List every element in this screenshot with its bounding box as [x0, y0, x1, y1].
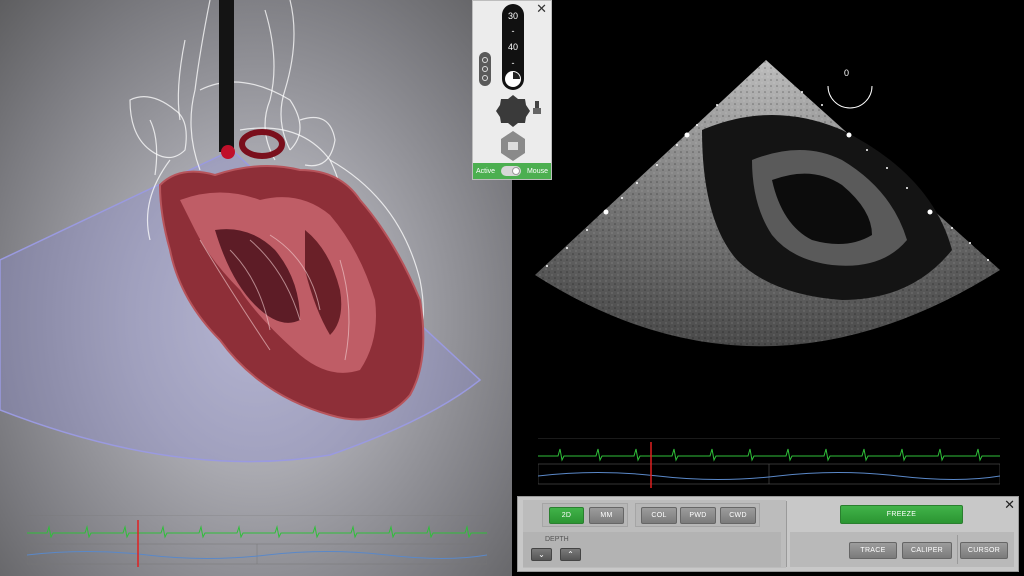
ultrasound-view[interactable]: 0 — [512, 0, 1024, 576]
knob-lock-icon[interactable] — [533, 101, 541, 115]
angle-dash-2: - — [511, 58, 515, 68]
angle-readout: 0 — [844, 68, 850, 78]
probe-control-panel[interactable]: ✕ 30 - 40 - Active Mouse — [472, 0, 552, 180]
ecg-strip-left — [27, 515, 487, 567]
heart-scene — [0, 0, 482, 463]
probe-knob-icon[interactable] — [495, 93, 531, 129]
probe-shaft — [219, 0, 234, 152]
ecg-strip-right — [538, 438, 1000, 488]
ecg-trace-right — [538, 448, 1000, 462]
cursor-button[interactable]: CURSOR — [960, 542, 1008, 559]
depth-up-button[interactable]: ⌃ — [560, 548, 581, 561]
tools-divider — [957, 535, 958, 564]
depth-group: DEPTH ⌄ ⌃ — [523, 532, 781, 567]
echo-control-panel[interactable]: ✕ 2D MM COL PWD CWD DEPTH ⌄ ⌃ FREEZE TRA… — [517, 496, 1019, 572]
trace-button[interactable]: TRACE — [849, 542, 897, 559]
mode-2d-button[interactable]: 2D — [549, 507, 584, 524]
freeze-button[interactable]: FREEZE — [840, 505, 963, 524]
depth-label: DEPTH — [545, 536, 569, 543]
probe-flex-icon[interactable] — [478, 51, 492, 87]
panel-divider — [786, 501, 787, 567]
mode-group: 2D MM — [542, 503, 628, 527]
heart-3d-view[interactable] — [0, 0, 512, 576]
angle-value-30: 30 — [507, 11, 518, 21]
active-mouse-toggle[interactable]: Active Mouse — [473, 163, 551, 179]
angle-value-40: 40 — [507, 42, 518, 52]
angle-slider[interactable]: 30 - 40 - — [502, 4, 524, 90]
mode-label-mouse: Mouse — [526, 167, 548, 175]
caliper-button[interactable]: CALIPER — [902, 542, 952, 559]
color-doppler-button[interactable]: COL — [641, 507, 677, 524]
cw-doppler-button[interactable]: CWD — [720, 507, 756, 524]
mode-mm-button[interactable]: MM — [589, 507, 624, 524]
rotation-dial-icon[interactable] — [504, 70, 522, 88]
angle-indicator-arc — [827, 85, 873, 109]
mode-label-active: Active — [476, 167, 496, 175]
angle-dash-1: - — [511, 26, 515, 36]
depth-down-button[interactable]: ⌄ — [531, 548, 552, 561]
doppler-group: COL PWD CWD — [635, 503, 760, 527]
mode-switch[interactable] — [501, 166, 522, 176]
aortic-ring — [239, 129, 285, 159]
tools-group: TRACE CALIPER CURSOR — [790, 532, 1014, 567]
pw-doppler-button[interactable]: PWD — [680, 507, 716, 524]
control-panel-close-icon[interactable]: ✕ — [1004, 497, 1015, 513]
ecg-trace-left — [27, 525, 487, 539]
probe-tip — [221, 145, 235, 159]
probe-head-icon[interactable] — [499, 131, 527, 161]
probe-panel-close-icon[interactable]: ✕ — [536, 2, 547, 16]
